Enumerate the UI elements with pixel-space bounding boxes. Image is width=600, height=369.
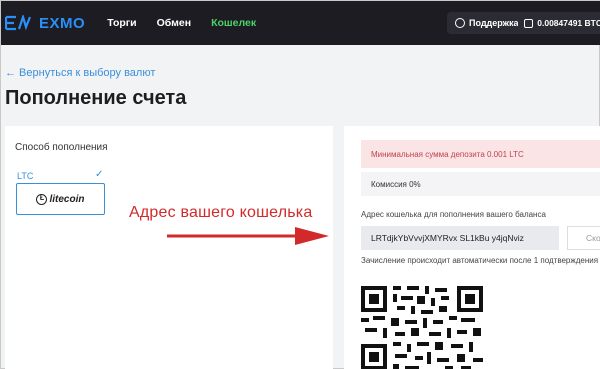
auto-credit-note: Зачисление происходит автоматически посл… [361, 256, 599, 265]
litecoin-logo-text: litecoin [49, 193, 85, 205]
min-deposit-alert: Минимальная сумма депозита 0.001 LTC [361, 140, 600, 168]
support-label: Поддержка [469, 18, 519, 28]
nav-item-trading[interactable]: Торги [107, 17, 136, 29]
currency-code: LTC [17, 171, 34, 181]
deposit-method-card [5, 126, 333, 369]
page-title: Пополнение счета [5, 87, 187, 109]
balance-button[interactable]: 0.00847491 BTC [518, 12, 600, 34]
litecoin-method-option[interactable]: Ł litecoin [16, 183, 105, 215]
wallet-address-label: Адрес кошелька для пополнения вашего бал… [361, 210, 546, 219]
exmo-logo[interactable]: EXMO [5, 15, 85, 32]
checkmark-icon: ✓ [95, 169, 104, 180]
wallet-icon [524, 18, 534, 28]
support-icon [455, 18, 465, 28]
logo-text: EXMO [39, 14, 86, 32]
annotation-arrow-icon [167, 227, 329, 245]
nav-item-wallet[interactable]: Кошелек [211, 17, 256, 29]
litecoin-logo: Ł litecoin [36, 193, 85, 205]
back-to-currencies-link[interactable]: ← Вернуться к выбору валют [5, 67, 155, 79]
qr-code-icon [361, 286, 483, 369]
main-nav: Торги Обмен Кошелек [107, 17, 276, 29]
support-button[interactable]: Поддержка [447, 12, 527, 34]
exmo-logo-icon [5, 15, 32, 31]
copy-address-button[interactable]: Ско [567, 226, 600, 250]
litecoin-coin-icon: Ł [36, 193, 48, 205]
top-navigation-bar: EXMO Торги Обмен Кошелек Поддержка 0.008… [1, 1, 600, 45]
balance-label: 0.00847491 BTC [537, 18, 600, 28]
fee-info: Комиссия 0% [361, 172, 600, 196]
wallet-address-field[interactable]: LRTdjkYbVvvjXMYRvx SL1kBu y4jqNviz [361, 226, 559, 250]
wallet-address-annotation: Адрес вашего кошелька [129, 204, 313, 221]
nav-item-exchange[interactable]: Обмен [157, 17, 191, 29]
deposit-method-label: Способ пополнения [15, 142, 108, 153]
